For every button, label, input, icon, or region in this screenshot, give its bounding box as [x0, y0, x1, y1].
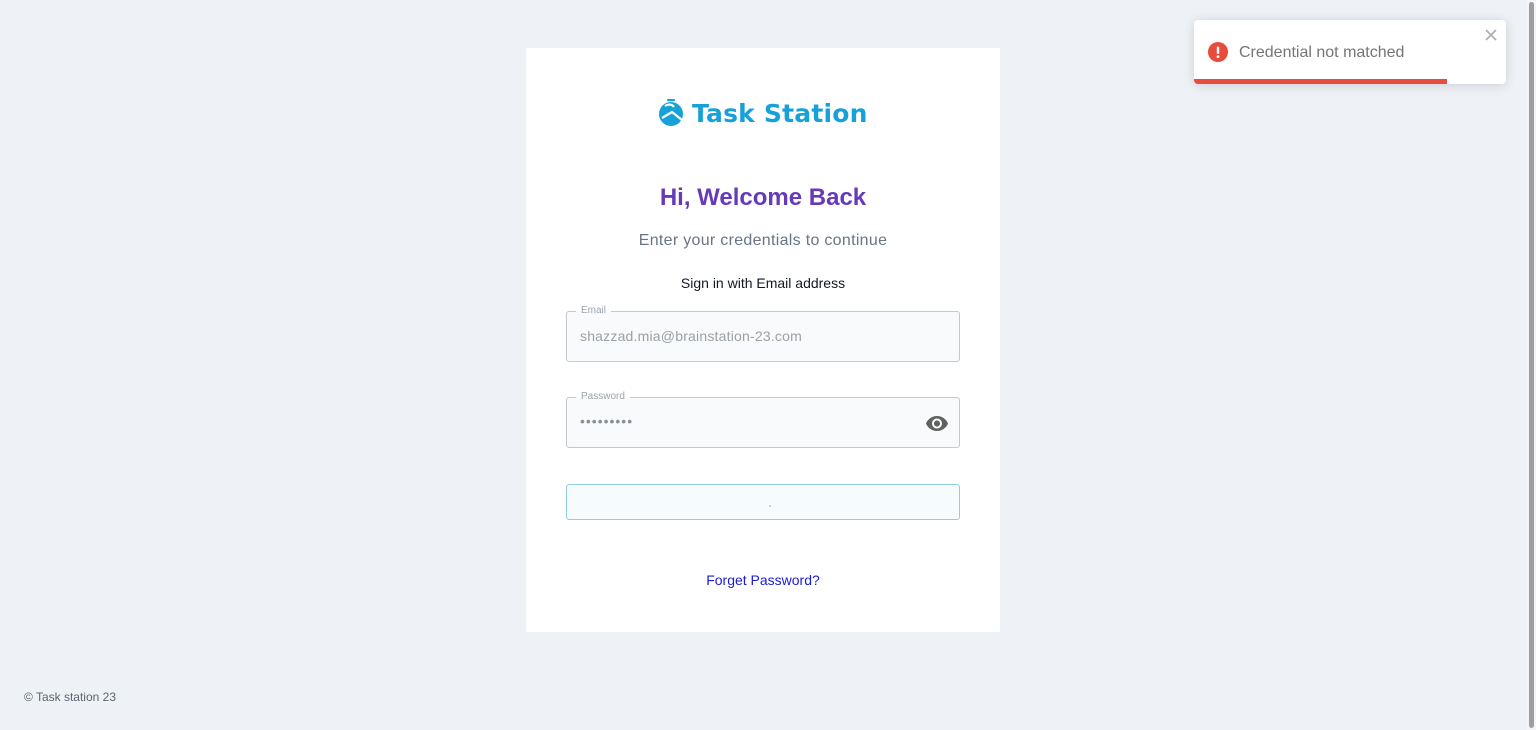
password-field[interactable]: Password •••••••••: [566, 390, 960, 448]
password-field-value[interactable]: •••••••••: [580, 413, 633, 429]
email-field-value[interactable]: shazzad.mia@brainstation-23.com: [580, 328, 802, 344]
forget-password-link[interactable]: Forget Password?: [526, 572, 1000, 588]
brand-logo: Task Station: [658, 96, 868, 130]
close-icon[interactable]: [1484, 28, 1498, 42]
loading-spinner-icon: [769, 505, 771, 507]
brand-name: Task Station: [692, 98, 868, 128]
error-icon: [1208, 42, 1228, 62]
scrollbar-thumb[interactable]: [1529, 2, 1534, 728]
sign-in-button[interactable]: [566, 484, 960, 520]
toast-progress-bar: [1194, 79, 1447, 84]
login-page: Task Station Hi, Welcome Back Enter your…: [0, 0, 1536, 730]
welcome-title: Hi, Welcome Back: [659, 184, 867, 211]
welcome-subtitle: Enter your credentials to continue: [638, 232, 888, 249]
error-toast: Credential not matched: [1194, 20, 1506, 84]
eye-icon[interactable]: [925, 411, 949, 435]
task-station-logo-icon: [659, 99, 683, 126]
signin-method-label: Sign in with Email address: [680, 275, 846, 291]
toast-message: Credential not matched: [1239, 44, 1405, 61]
password-field-label: Password: [576, 390, 630, 404]
email-field[interactable]: Email shazzad.mia@brainstation-23.com: [566, 304, 960, 362]
email-field-label: Email: [576, 304, 612, 318]
login-card: Task Station Hi, Welcome Back Enter your…: [526, 48, 1000, 632]
footer-copyright: © Task station 23: [24, 690, 117, 704]
page-scrollbar[interactable]: [1527, 0, 1536, 730]
